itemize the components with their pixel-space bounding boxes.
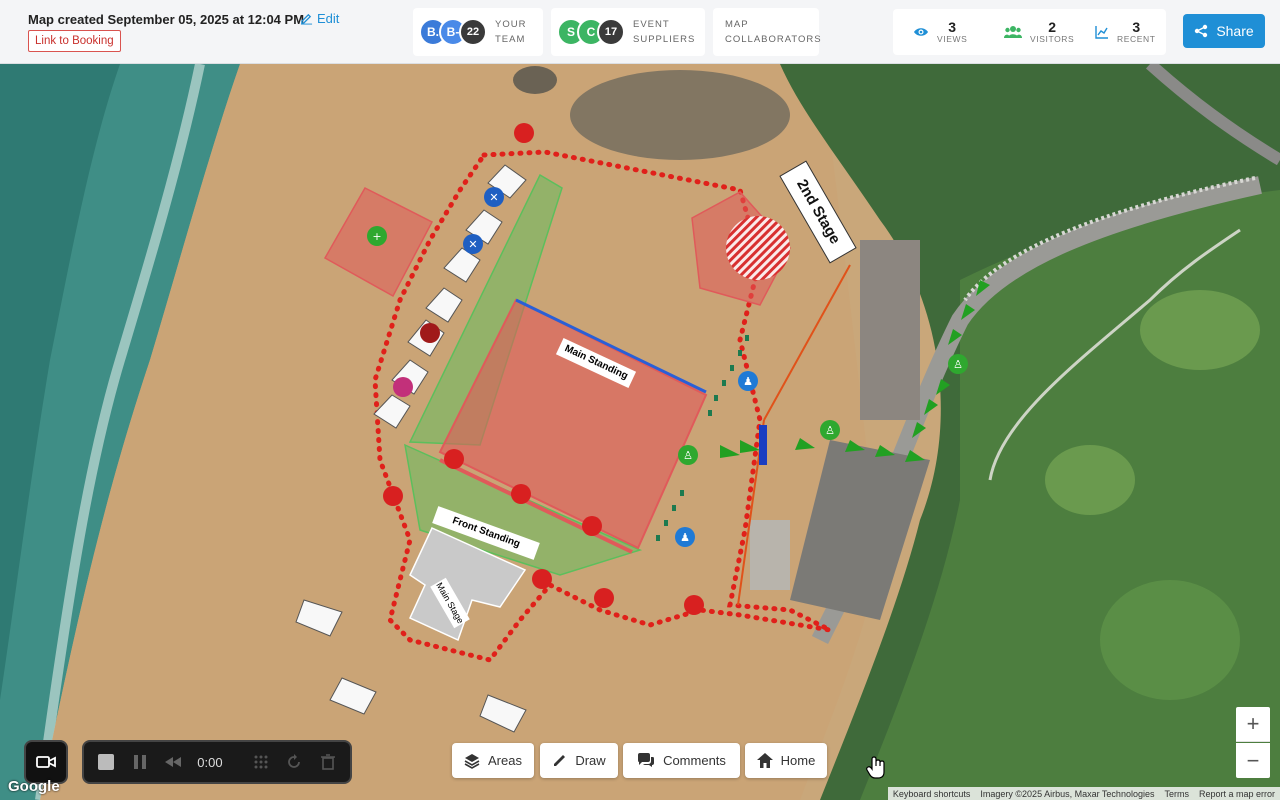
your-team-label: Your Team <box>495 19 527 45</box>
stop-button[interactable] <box>96 752 116 772</box>
svg-text:♙: ♙ <box>953 358 963 371</box>
hand-cursor-icon <box>866 756 885 779</box>
team-count[interactable]: 22 <box>459 18 487 46</box>
views-stat: 3 Views <box>893 20 984 44</box>
comments-icon <box>638 753 655 767</box>
imagery-credit: Imagery ©2025 Airbus, Maxar Technologies <box>980 788 1155 799</box>
recent-count: 3 <box>1132 19 1141 35</box>
stats-panel: 3 Views 2 Visitors 3 Recent <box>893 9 1166 55</box>
rewind-icon <box>165 757 182 767</box>
security-marker[interactable] <box>511 484 531 504</box>
green-1 <box>1140 290 1260 370</box>
map-canvas[interactable]: + ✕ ✕ ♙ ♙ ♙ ♟ ♟ <box>0 64 1280 800</box>
areas-label: Areas <box>488 753 522 768</box>
recording-controls: 0:00 <box>82 740 352 784</box>
visitors-stat: 2 Visitors <box>984 20 1075 44</box>
barrier-marker[interactable] <box>514 123 534 143</box>
barrier-marker[interactable] <box>684 595 704 615</box>
building-cafe <box>750 520 790 590</box>
supplier-count[interactable]: 17 <box>597 18 625 46</box>
video-camera-icon <box>36 756 56 768</box>
link-to-booking[interactable]: Link to Booking <box>28 30 121 52</box>
chart-icon <box>1095 26 1108 39</box>
home-button[interactable]: Home <box>745 743 827 778</box>
edit-label: Edit <box>317 11 340 26</box>
helter-skelter-stripes <box>726 216 790 280</box>
views-count: 3 <box>948 19 957 35</box>
reset-button[interactable] <box>285 752 305 772</box>
rock-small <box>513 66 557 94</box>
svg-text:♙: ♙ <box>683 449 693 462</box>
google-logo: Google <box>8 778 60 795</box>
rocks <box>570 70 790 160</box>
draw-button[interactable]: Draw <box>540 743 618 778</box>
eye-icon <box>914 28 928 36</box>
areas-button[interactable]: Areas <box>452 743 534 778</box>
visitors-label: Visitors <box>1030 34 1075 44</box>
trash-icon <box>321 754 336 770</box>
barrier-marker[interactable] <box>594 588 614 608</box>
event-suppliers-label: Event Suppliers <box>633 19 696 45</box>
pause-button[interactable] <box>130 752 150 772</box>
home-icon <box>756 753 773 768</box>
grid-icon <box>254 755 268 769</box>
visitors-count: 2 <box>1048 19 1057 35</box>
stop-icon <box>97 754 114 770</box>
svg-text:♟: ♟ <box>680 531 690 544</box>
keyboard-shortcuts-link[interactable]: Keyboard shortcuts <box>888 789 976 799</box>
users-icon <box>1004 26 1022 38</box>
svg-text:✕: ✕ <box>489 191 498 204</box>
green-2 <box>1045 445 1135 515</box>
delete-button[interactable] <box>318 752 338 772</box>
recording-time: 0:00 <box>197 754 223 770</box>
pencil-icon <box>554 755 566 766</box>
fairway <box>1100 580 1240 700</box>
rewind-button[interactable] <box>164 752 184 772</box>
security-marker[interactable] <box>444 449 464 469</box>
report-error-link[interactable]: Report a map error <box>1194 789 1280 799</box>
svg-text:+: + <box>372 230 381 243</box>
bar-marker[interactable] <box>420 323 440 343</box>
satellite-map[interactable]: + ✕ ✕ ♙ ♙ ♙ ♟ ♟ Main Standing Front Stan… <box>0 64 1280 800</box>
comments-button[interactable]: Comments <box>623 743 740 778</box>
security-marker[interactable] <box>582 516 602 536</box>
map-collaborators-group[interactable]: Map Collaborators <box>713 8 822 56</box>
share-button[interactable]: Share <box>1183 14 1265 48</box>
svg-text:♟: ♟ <box>743 375 753 388</box>
map-collaborators-label: Map Collaborators <box>725 19 822 45</box>
recent-label: Recent <box>1117 34 1156 44</box>
zoom-out-button[interactable]: − <box>1236 743 1270 778</box>
refresh-icon <box>288 754 301 768</box>
map-attribution: Keyboard shortcuts Imagery ©2025 Airbus,… <box>887 787 1280 800</box>
comments-label: Comments <box>663 753 726 768</box>
share-icon <box>1195 24 1208 38</box>
top-bar: Map created September 05, 2025 at 12:04 … <box>0 0 1280 64</box>
recent-stat: 3 Recent <box>1075 20 1166 44</box>
security-marker[interactable] <box>532 569 552 589</box>
layers-icon <box>464 753 480 769</box>
home-label: Home <box>780 753 816 768</box>
your-team-group[interactable]: B. B- 22 Your Team <box>413 8 543 56</box>
event-suppliers-group[interactable]: S C 17 Event Suppliers <box>551 8 705 56</box>
draw-label: Draw <box>575 753 606 768</box>
edit-button[interactable]: Edit <box>300 11 339 26</box>
edit-icon <box>300 13 313 25</box>
terms-link[interactable]: Terms <box>1159 789 1194 799</box>
drink-marker[interactable] <box>393 377 413 397</box>
map-created-text: Map created September 05, 2025 at 12:04 … <box>28 12 305 27</box>
pause-icon <box>133 755 146 769</box>
grid-button[interactable] <box>251 752 271 772</box>
share-label: Share <box>1216 23 1254 39</box>
barrier-marker[interactable] <box>383 486 403 506</box>
building-hotel <box>860 240 920 420</box>
views-label: Views <box>937 34 968 44</box>
svg-text:✕: ✕ <box>468 238 477 251</box>
gate-marker[interactable] <box>759 425 767 465</box>
zoom-in-button[interactable]: + <box>1236 707 1270 742</box>
svg-text:♙: ♙ <box>825 424 835 437</box>
